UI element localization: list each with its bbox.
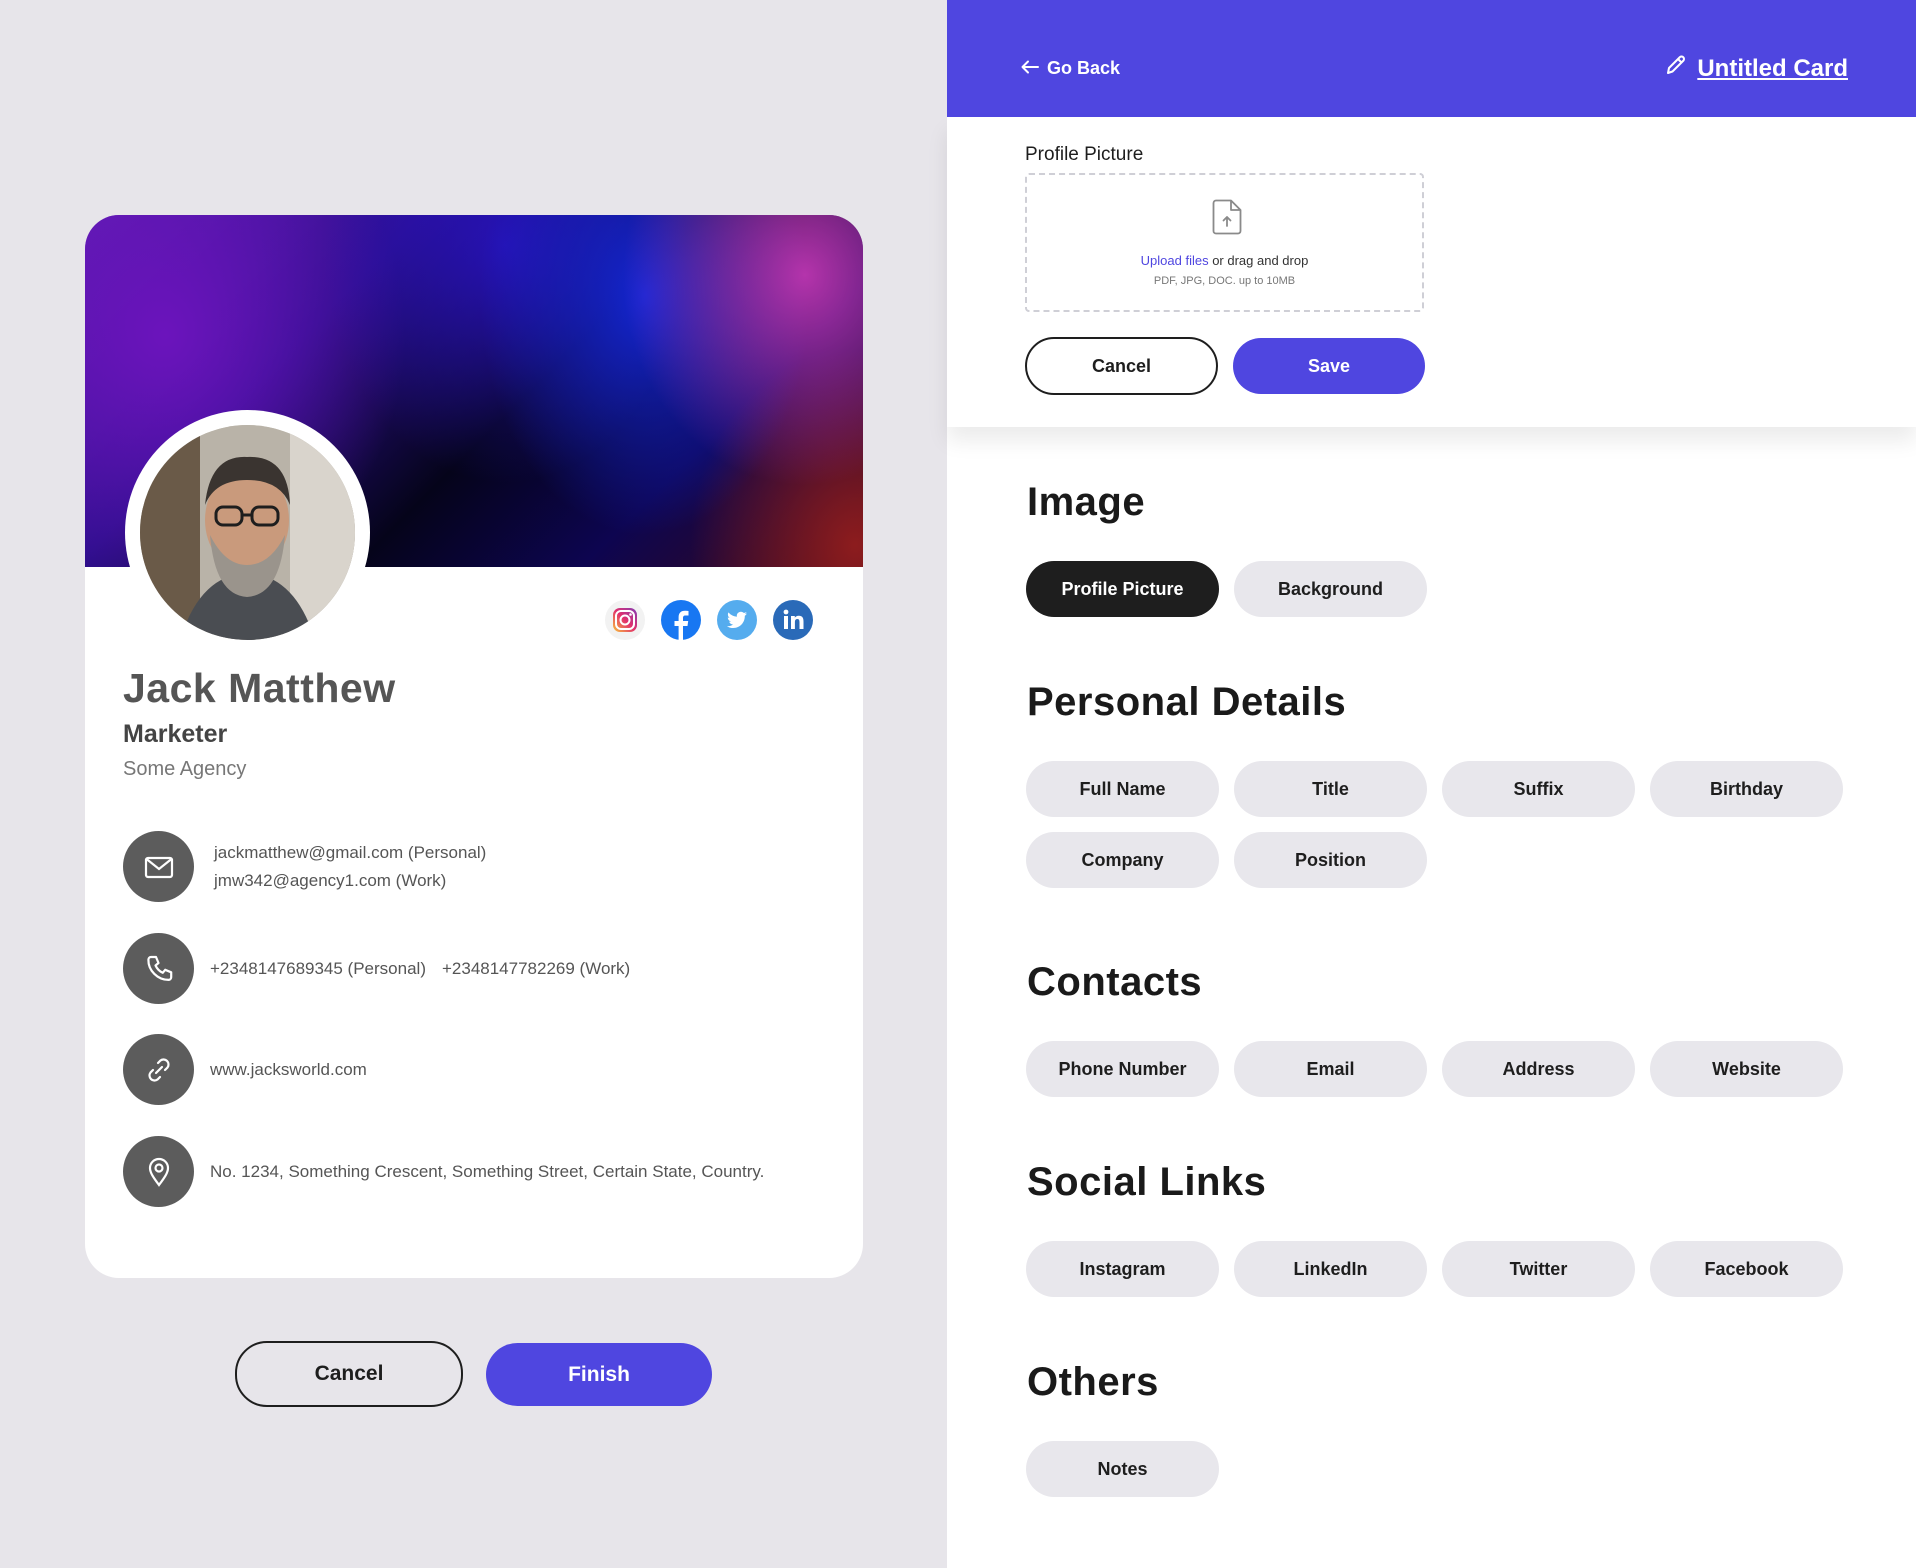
chip-phone-number[interactable]: Phone Number [1026,1041,1219,1097]
phone-work[interactable]: +2348147782269 (Work) [442,959,630,978]
chip-email[interactable]: Email [1234,1041,1427,1097]
business-card: Jack Matthew Marketer Some Agency jackma… [85,215,863,1278]
chip-twitter[interactable]: Twitter [1442,1241,1635,1297]
upload-files-link[interactable]: Upload files [1141,253,1209,268]
upload-panel: Profile Picture Upload files or drag and… [947,117,1916,427]
phone-personal[interactable]: +2348147689345 (Personal) [210,959,426,978]
social-links-chips: Instagram LinkedIn Twitter Facebook [1026,1241,1866,1297]
section-title-image: Image [1027,480,1146,524]
chip-suffix[interactable]: Suffix [1442,761,1635,817]
card-title: Untitled Card [1697,54,1848,82]
facebook-icon[interactable] [661,600,701,640]
section-title-others: Others [1027,1360,1159,1404]
contacts-chips: Phone Number Email Address Website [1026,1041,1866,1097]
chip-background[interactable]: Background [1234,561,1427,617]
profile-picture-label: Profile Picture [1025,144,1144,165]
file-upload-icon [1212,199,1242,235]
card-title-edit[interactable]: Untitled Card [1665,54,1848,83]
chip-company[interactable]: Company [1026,832,1219,888]
card-role: Marketer [123,720,228,748]
chip-position[interactable]: Position [1234,832,1427,888]
chip-address[interactable]: Address [1442,1041,1635,1097]
website-link[interactable]: www.jacksworld.com [210,1056,367,1084]
card-preview-pane: Jack Matthew Marketer Some Agency jackma… [0,0,947,1568]
location-pin-icon [123,1136,194,1207]
section-title-personal-details: Personal Details [1027,680,1347,724]
phone-row: +2348147689345 (Personal) +2348147782269 … [123,933,630,1004]
chip-profile-picture[interactable]: Profile Picture [1026,561,1219,617]
upload-save-button[interactable]: Save [1233,338,1425,394]
card-editor-pane: Go Back Untitled Card Profile Picture Up… [947,0,1916,1568]
chip-birthday[interactable]: Birthday [1650,761,1843,817]
mail-icon [123,831,194,902]
linkedin-icon[interactable] [773,600,813,640]
go-back-button[interactable]: Go Back [1021,58,1120,79]
image-chips: Profile Picture Background [1026,561,1866,617]
twitter-icon[interactable] [717,600,757,640]
top-bar: Go Back Untitled Card [947,0,1916,117]
file-dropzone[interactable]: Upload files or drag and drop PDF, JPG, … [1025,173,1424,312]
link-icon [123,1034,194,1105]
email-personal[interactable]: jackmatthew@gmail.com (Personal) [214,839,486,867]
cancel-button[interactable]: Cancel [235,1341,463,1407]
upload-hint: PDF, JPG, DOC. up to 10MB [1153,275,1296,287]
chip-full-name[interactable]: Full Name [1026,761,1219,817]
section-title-social-links: Social Links [1027,1160,1267,1204]
chip-facebook[interactable]: Facebook [1650,1241,1843,1297]
card-name: Jack Matthew [123,665,396,711]
chip-notes[interactable]: Notes [1026,1441,1219,1497]
others-chips: Notes [1026,1441,1866,1497]
email-work[interactable]: jmw342@agency1.com (Work) [214,867,486,895]
personal-details-chips: Full Name Title Suffix Birthday Company … [1026,761,1866,888]
address-text: No. 1234, Something Crescent, Something … [210,1161,765,1181]
finish-button[interactable]: Finish [486,1343,712,1406]
email-row: jackmatthew@gmail.com (Personal) jmw342@… [123,831,486,902]
address-row: No. 1234, Something Crescent, Something … [123,1136,770,1207]
arrow-left-icon [1021,58,1039,79]
social-links [605,600,813,640]
chip-instagram[interactable]: Instagram [1026,1241,1219,1297]
chip-title[interactable]: Title [1234,761,1427,817]
website-row: www.jacksworld.com [123,1034,367,1105]
phone-icon [123,933,194,1004]
go-back-label: Go Back [1047,58,1121,78]
pencil-icon [1665,54,1687,83]
upload-cancel-button[interactable]: Cancel [1025,337,1218,395]
avatar [140,425,355,640]
instagram-icon[interactable] [605,600,645,640]
chip-linkedin[interactable]: LinkedIn [1234,1241,1427,1297]
chip-website[interactable]: Website [1650,1041,1843,1097]
drop-instruction: or drag and drop [1208,253,1309,268]
card-agency: Some Agency [123,758,247,780]
section-title-contacts: Contacts [1027,960,1203,1004]
